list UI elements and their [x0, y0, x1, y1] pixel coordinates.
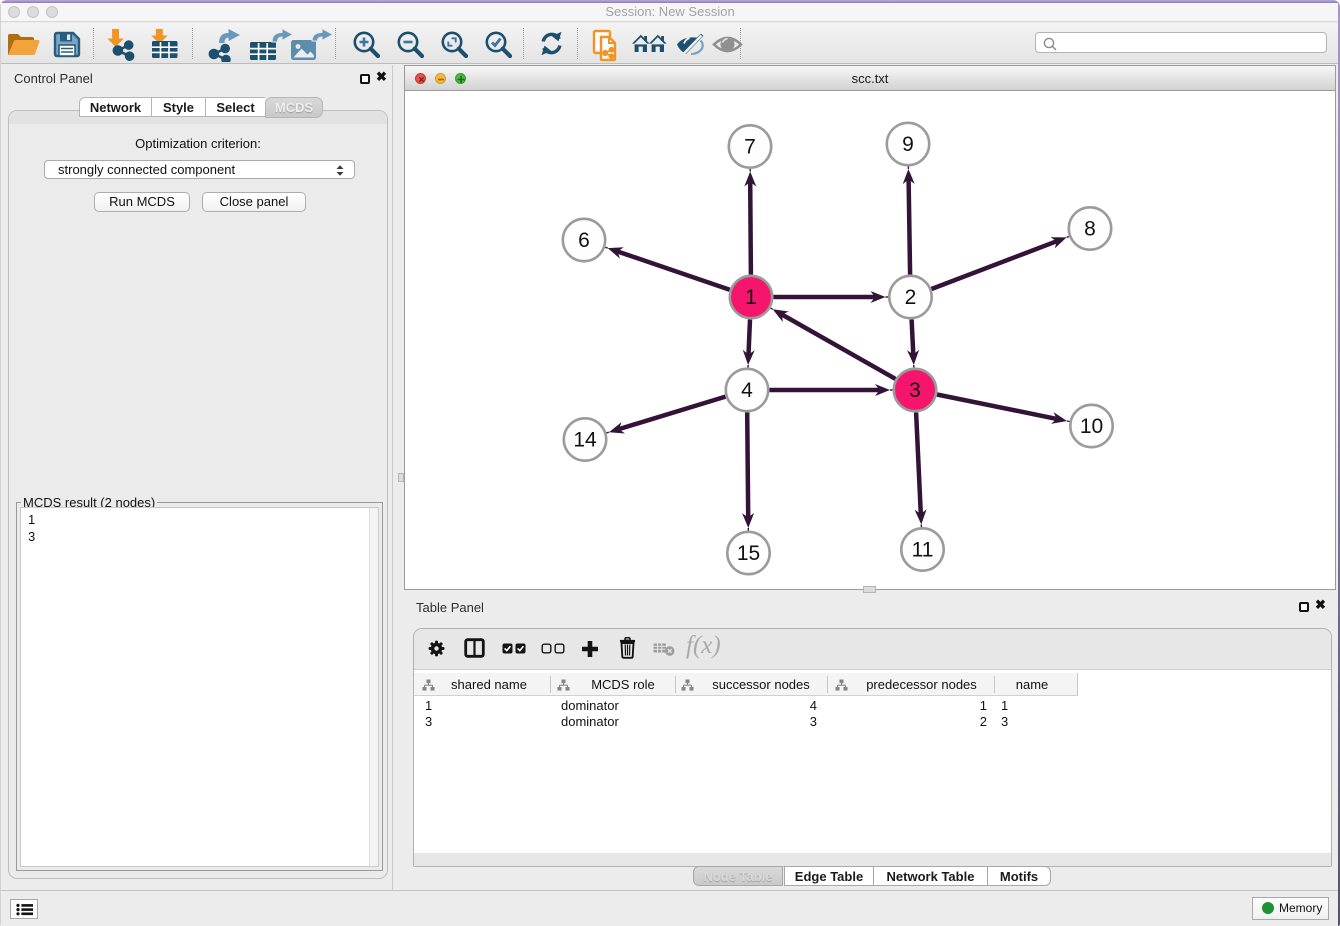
- svg-text:15: 15: [737, 542, 760, 565]
- svg-text:8: 8: [1084, 218, 1096, 241]
- svg-text:11: 11: [912, 539, 934, 562]
- svg-text:6: 6: [578, 229, 590, 252]
- svg-text:10: 10: [1080, 415, 1103, 438]
- svg-text:2: 2: [905, 286, 917, 309]
- svg-text:3: 3: [909, 379, 921, 402]
- svg-text:4: 4: [741, 379, 753, 402]
- svg-text:14: 14: [573, 429, 597, 452]
- svg-text:9: 9: [902, 133, 914, 156]
- svg-text:1: 1: [745, 286, 757, 309]
- svg-text:7: 7: [744, 136, 756, 159]
